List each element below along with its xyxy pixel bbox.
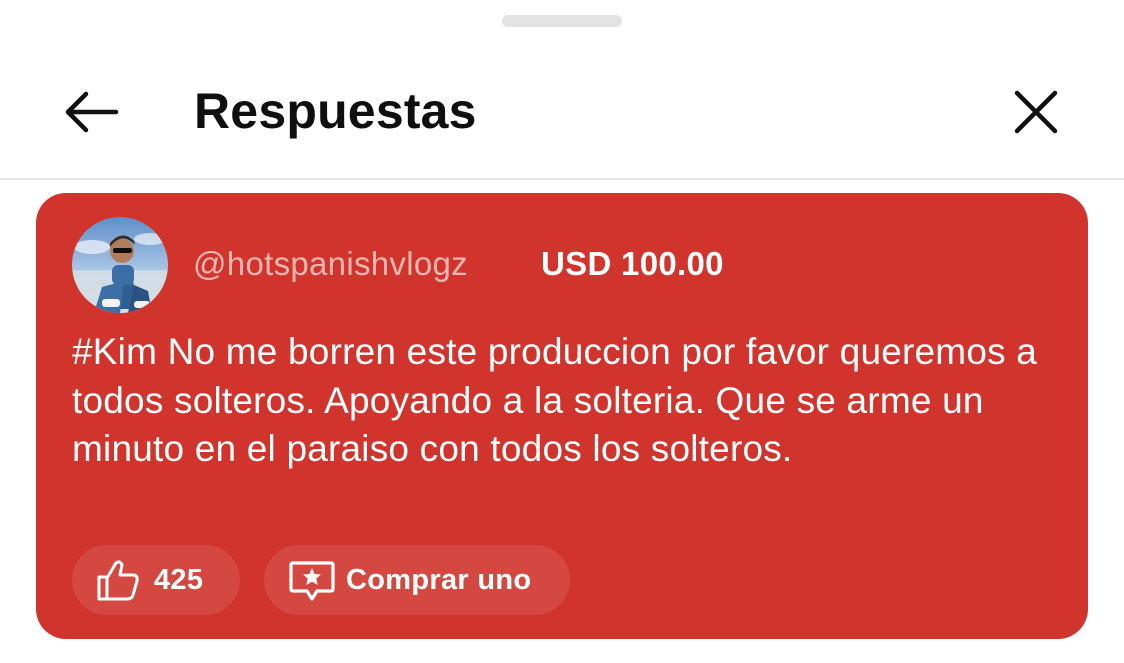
drag-handle[interactable] (502, 15, 622, 27)
page-title: Respuestas (194, 83, 477, 139)
donation-amount: USD 100.00 (541, 245, 724, 282)
header: Respuestas (0, 60, 1124, 160)
header-divider (0, 178, 1124, 180)
back-button[interactable] (58, 80, 122, 144)
comment-text: #Kim No me borren este produccion por fa… (72, 331, 1038, 469)
thumbs-up-icon (94, 556, 142, 604)
buy-one-button[interactable]: Comprar uno (264, 545, 570, 615)
super-thanks-icon (286, 554, 338, 606)
arrow-left-icon (65, 91, 119, 133)
buy-one-label: Comprar uno (346, 563, 532, 596)
like-button[interactable]: 425 (72, 545, 240, 615)
avatar[interactable] (72, 217, 168, 313)
close-icon (1014, 90, 1058, 134)
like-count: 425 (154, 563, 204, 596)
super-thanks-comment-card: @hotspanishvlogz USD 100.00 #Kim No me b… (36, 193, 1088, 639)
comment-author-handle[interactable]: @hotspanishvlogz (193, 245, 468, 283)
close-button[interactable] (1004, 80, 1068, 144)
replies-sheet: Respuestas @hotspanishvlogz USD 100.00 #… (0, 0, 1124, 663)
